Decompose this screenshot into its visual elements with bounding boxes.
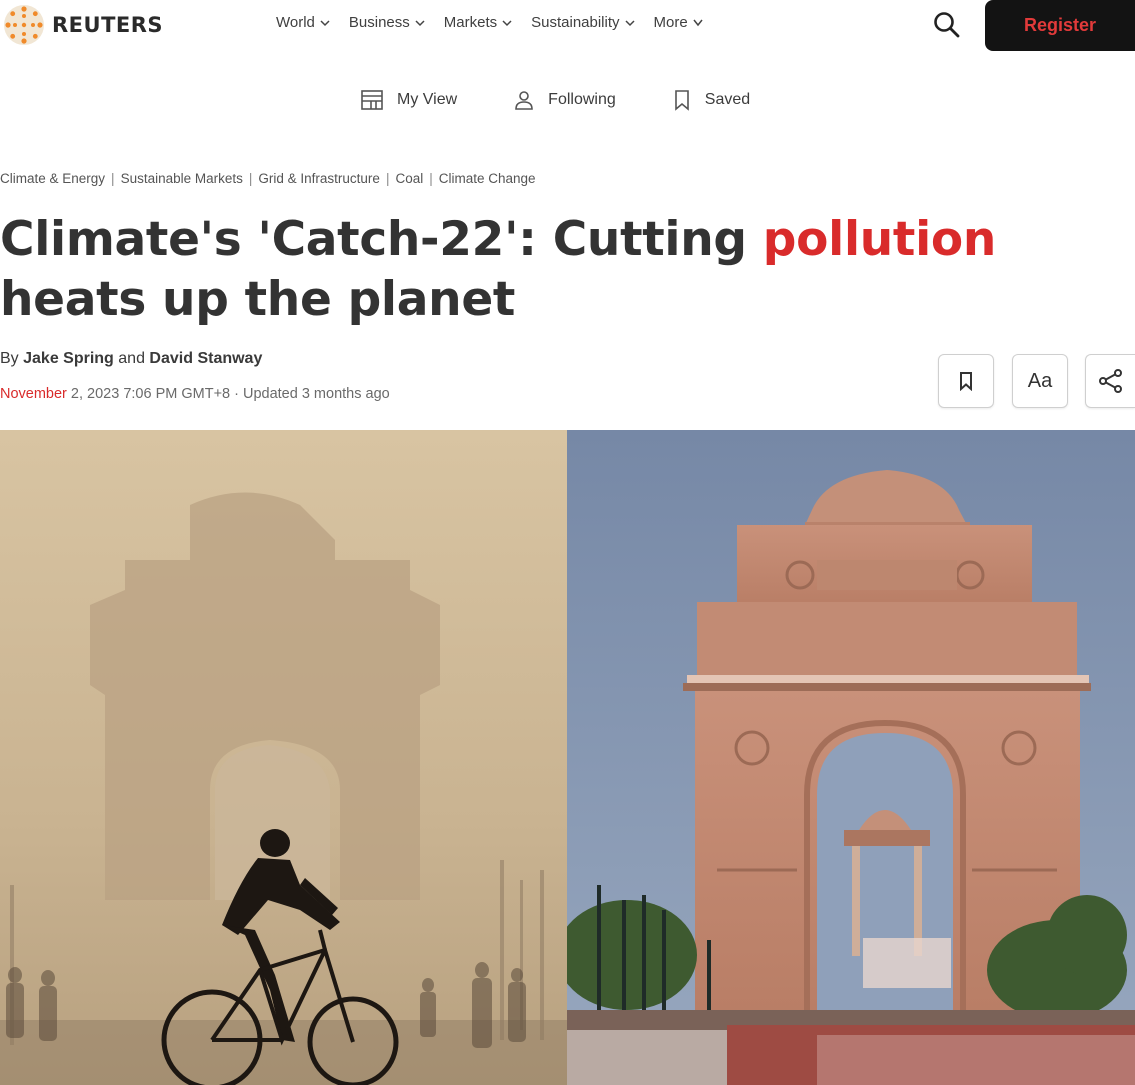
nav-label: Sustainability bbox=[531, 14, 620, 31]
nav-label: More bbox=[653, 14, 688, 31]
headline-text: heats up the planet bbox=[0, 272, 516, 327]
topic-link[interactable]: Coal bbox=[395, 171, 423, 186]
topic-link[interactable]: Sustainable Markets bbox=[121, 171, 243, 186]
topic-link[interactable]: Grid & Infrastructure bbox=[258, 171, 380, 186]
topic-separator: | bbox=[385, 171, 390, 186]
saved-label: Saved bbox=[704, 91, 751, 108]
topic-separator: | bbox=[111, 171, 115, 186]
clear-sky-photo bbox=[567, 430, 1135, 1085]
share-icon bbox=[1098, 369, 1122, 393]
nav-label: Markets bbox=[443, 14, 498, 31]
hero-image bbox=[0, 430, 1135, 1085]
smog-india-gate-image bbox=[0, 430, 567, 1085]
byline-and: and bbox=[113, 350, 150, 367]
smog-photo bbox=[0, 430, 567, 1085]
nav-label: Business bbox=[348, 14, 410, 31]
font-size-label: Aa bbox=[1027, 369, 1053, 392]
following-link[interactable]: Following bbox=[513, 88, 616, 112]
date-month: November bbox=[0, 386, 67, 402]
topic-breadcrumb: Climate & Energy | Sustainable Markets |… bbox=[0, 171, 536, 186]
nav-item-business[interactable]: Business bbox=[349, 14, 426, 31]
chevron-down-icon bbox=[502, 19, 512, 26]
headline-text: Climate's 'Catch-22': Cutting bbox=[0, 212, 763, 267]
bookmark-icon bbox=[960, 372, 972, 391]
headline-highlight: pollution bbox=[762, 212, 997, 267]
person-icon bbox=[515, 91, 533, 110]
author-link[interactable]: David Stanway bbox=[149, 350, 262, 367]
article-headline: Climate's 'Catch-22': Cutting pollution … bbox=[0, 210, 1135, 330]
following-label: Following bbox=[548, 91, 616, 108]
author-link[interactable]: Jake Spring bbox=[23, 350, 114, 367]
my-view-link[interactable]: My View bbox=[360, 88, 457, 112]
topic-link[interactable]: Climate Change bbox=[439, 171, 536, 186]
save-article-button[interactable] bbox=[938, 354, 994, 408]
topic-link[interactable]: Climate & Energy bbox=[0, 171, 105, 186]
nav-item-more[interactable]: More bbox=[654, 14, 704, 31]
layout-icon bbox=[361, 90, 383, 110]
topic-separator: | bbox=[248, 171, 253, 186]
reuters-logo-icon bbox=[4, 5, 44, 45]
top-header: REUTERS World Business Markets Sustainab… bbox=[0, 0, 1135, 51]
byline: By Jake Spring and David Stanway bbox=[0, 350, 262, 368]
nav-item-world[interactable]: World bbox=[276, 14, 331, 31]
share-button[interactable] bbox=[1085, 354, 1135, 408]
date-details: 2, 2023 7:06 PM GMT+8 · Updated 3 months… bbox=[66, 386, 390, 402]
byline-prefix: By bbox=[0, 350, 24, 367]
register-button[interactable]: Register bbox=[985, 0, 1135, 51]
brand-name: REUTERS bbox=[52, 13, 164, 37]
search-button[interactable] bbox=[929, 7, 965, 43]
search-icon bbox=[934, 12, 960, 38]
nav-item-sustainability[interactable]: Sustainability bbox=[531, 14, 635, 31]
my-view-label: My View bbox=[397, 91, 458, 108]
nav-label: World bbox=[276, 14, 315, 31]
chevron-down-icon bbox=[624, 19, 635, 26]
bookmark-icon bbox=[674, 90, 689, 111]
reuters-logo[interactable]: REUTERS bbox=[2, 3, 163, 47]
nav-item-markets[interactable]: Markets bbox=[444, 14, 513, 31]
topic-separator: | bbox=[429, 171, 433, 186]
personal-nav: My View Following Saved bbox=[360, 88, 750, 112]
main-nav: World Business Markets Sustainability Mo… bbox=[276, 14, 704, 31]
chevron-down-icon bbox=[415, 19, 425, 26]
chevron-down-icon bbox=[320, 19, 330, 26]
font-size-button[interactable]: Aa bbox=[1012, 354, 1068, 408]
article-date: November 2, 2023 7:06 PM GMT+8 · Updated… bbox=[0, 386, 390, 402]
chevron-down-icon bbox=[693, 19, 703, 26]
clear-india-gate-image bbox=[567, 430, 1135, 1085]
saved-link[interactable]: Saved bbox=[672, 88, 750, 112]
